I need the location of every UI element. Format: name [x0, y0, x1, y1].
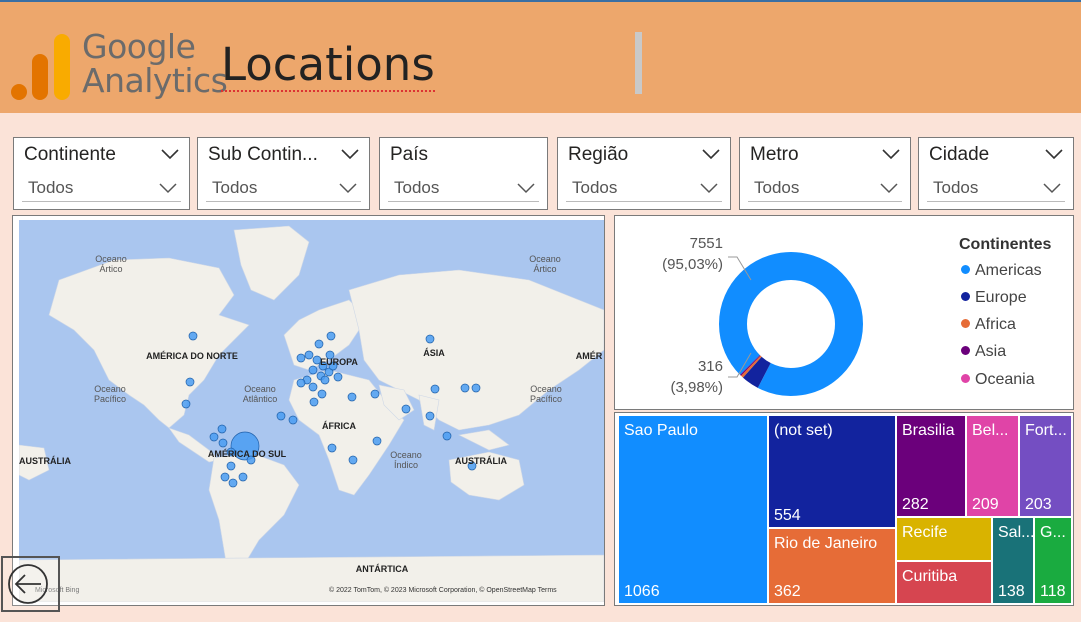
chevron-down-icon [159, 183, 177, 194]
legend-item-europe[interactable]: Europe [961, 289, 1027, 307]
chevron-down-icon[interactable] [702, 148, 720, 160]
treemap-tile-curitiba[interactable]: Curitiba [897, 562, 991, 603]
legend-item-africa[interactable]: Africa [961, 316, 1016, 334]
header-banner: Google Analytics Locations [0, 0, 1081, 113]
chevron-down-icon [1043, 183, 1061, 194]
slicer-dropdown[interactable]: Todos [748, 173, 902, 202]
chevron-down-icon[interactable] [161, 148, 179, 160]
map-label-arctic-left: Oceano Ártico [95, 254, 127, 274]
header-divider [635, 32, 642, 94]
google-analytics-wordmark: Google Analytics [82, 27, 228, 100]
chevron-down-icon [517, 183, 535, 194]
google-analytics-logo-icon [11, 34, 70, 100]
map-bubbles [181, 331, 481, 488]
map-label-asia: ÁSIA [423, 348, 445, 358]
map-label-arctic-right: Oceano Ártico [529, 254, 561, 274]
back-arrow-icon [8, 564, 48, 604]
slicer-dropdown[interactable]: Todos [566, 173, 722, 202]
map-label-north-america: AMÉRICA DO NORTE [146, 351, 238, 361]
legend-dot-icon [961, 265, 970, 274]
slicer-value: Todos [754, 178, 800, 197]
slicer-dropdown[interactable]: Todos [388, 173, 539, 202]
chevron-down-icon[interactable] [882, 148, 900, 160]
slicer-dropdown[interactable]: Todos [22, 173, 181, 202]
map-label-atlantic: Oceano Atlântico [242, 384, 278, 404]
slicer-value: Todos [933, 178, 979, 197]
treemap-visual[interactable]: Sao Paulo 1066 (not set) 554 Rio de Janeir… [614, 412, 1074, 606]
map-label-australia-left: AUSTRÁLIA [19, 456, 71, 466]
legend-item-oceania[interactable]: Oceania [961, 371, 1035, 389]
donut-label-europe: 316 (3,98%) [670, 358, 723, 396]
slicer-label: Região [568, 144, 629, 165]
treemap-tile-recife[interactable]: Recife [897, 518, 991, 560]
map-label-europe: EUROPA [320, 357, 358, 367]
donut-leader-lines [728, 256, 752, 378]
slicer-label: Cidade [929, 144, 990, 165]
chevron-down-icon[interactable] [341, 148, 359, 160]
treemap-tile-g[interactable]: G... 118 [1035, 518, 1071, 603]
map-label-america-right: AMÉR [575, 351, 603, 361]
legend-dot-icon [961, 374, 970, 383]
chevron-down-icon [339, 183, 357, 194]
slicer-value: Todos [572, 178, 618, 197]
slicer-value: Todos [28, 178, 74, 197]
slicer-continente[interactable]: Continente Todos [13, 137, 190, 210]
slicer-label: País [390, 144, 429, 165]
legend-title: Continentes [959, 236, 1052, 253]
slicer-label: Continente [24, 144, 116, 165]
treemap-tile-brasilia[interactable]: Brasilia 282 [897, 416, 965, 516]
legend-dot-icon [961, 346, 970, 355]
legend-dot-icon [961, 319, 970, 328]
map-label-africa: ÁFRICA [322, 421, 356, 431]
map-label-antarctica: ANTÁRTICA [355, 564, 409, 574]
map-label-pacific-right: Oceano Pacífico [529, 384, 562, 404]
treemap-tile-bel[interactable]: Bel... 209 [967, 416, 1018, 516]
map-visual[interactable]: Oceano Ártico Oceano Ártico AMÉRICA DO N… [12, 215, 605, 606]
map-attribution[interactable]: © 2022 TomTom, © 2023 Microsoft Corporat… [329, 587, 557, 594]
donut-chart-visual[interactable]: 7551 (95,03%) 316 (3,98%) Continentes Am… [614, 215, 1074, 410]
slicer-metro[interactable]: Metro Todos [739, 137, 911, 210]
treemap-tile-not-set[interactable]: (not set) 554 [769, 416, 895, 527]
treemap-tile-sal[interactable]: Sal... 138 [993, 518, 1033, 603]
slicer-value: Todos [394, 178, 440, 197]
map-label-indian-ocean: Oceano Índico [390, 450, 422, 470]
treemap-tile-fort[interactable]: Fort... 203 [1020, 416, 1071, 516]
chevron-down-icon [700, 183, 718, 194]
map-label-pacific-left: Oceano Pacífico [93, 384, 126, 404]
legend-item-asia[interactable]: Asia [961, 343, 1006, 361]
treemap-tile-sao-paulo[interactable]: Sao Paulo 1066 [619, 416, 767, 603]
page-title: Locations [221, 38, 435, 92]
slicer-cidade[interactable]: Cidade Todos [918, 137, 1074, 210]
legend-dot-icon [961, 292, 970, 301]
donut-label-americas: 7551 (95,03%) [662, 235, 723, 273]
slicer-dropdown[interactable]: Todos [927, 173, 1065, 202]
back-button[interactable] [1, 556, 60, 612]
slicer-sub-continente[interactable]: Sub Contin... Todos [197, 137, 370, 210]
slicer-label: Sub Contin... [208, 144, 318, 165]
legend-item-americas[interactable]: Americas [961, 262, 1042, 280]
map-label-south-america: AMÉRICA DO SUL [207, 449, 287, 459]
treemap-tile-rio-de-janeiro[interactable]: Rio de Janeiro 362 [769, 529, 895, 603]
slicer-pais[interactable]: País Todos [379, 137, 548, 210]
world-map[interactable]: Oceano Ártico Oceano Ártico AMÉRICA DO N… [19, 220, 604, 602]
map-label-australia-right: AUSTRÁLIA [455, 456, 507, 466]
slicer-label: Metro [750, 144, 799, 165]
slicer-regiao[interactable]: Região Todos [557, 137, 731, 210]
slicer-dropdown[interactable]: Todos [206, 173, 361, 202]
chevron-down-icon[interactable] [1045, 148, 1063, 160]
chevron-down-icon [880, 183, 898, 194]
slicer-value: Todos [212, 178, 258, 197]
